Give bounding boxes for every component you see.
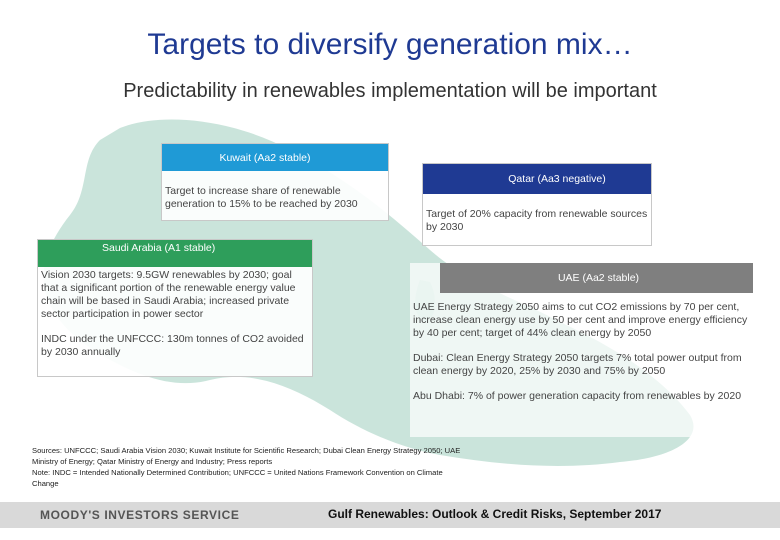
moodys-logo: MOODY'S INVESTORS SERVICE — [40, 508, 240, 522]
sources-line-4: Change — [32, 479, 59, 488]
sources-note: Sources: UNFCCC; Saudi Arabia Vision 203… — [32, 445, 562, 489]
uae-header-label: UAE (Aa2 stable) — [557, 272, 640, 284]
saudi-box: Saudi Arabia (A1 stable) Vision 2030 tar… — [37, 239, 313, 377]
qatar-header-label: Qatar (Aa3 negative) — [508, 173, 606, 185]
saudi-header: Saudi Arabia (A1 stable) — [38, 240, 312, 267]
saudi-indc-text: INDC under the UNFCCC: 130m tonnes of CO… — [41, 333, 304, 358]
footer-bar: MOODY'S INVESTORS SERVICE Gulf Renewable… — [0, 502, 780, 528]
uae-dubai-text: Dubai: Clean Energy Strategy 2050 target… — [413, 352, 742, 377]
kuwait-header: Kuwait (Aa2 stable) — [162, 144, 388, 171]
page-title: Targets to diversify generation mix… — [147, 28, 633, 61]
sources-line-1: Sources: UNFCCC; Saudi Arabia Vision 203… — [32, 446, 461, 455]
sources-line-2: Ministry of Energy; Qatar Ministry of En… — [32, 457, 273, 466]
page-subtitle: Predictability in renewables implementat… — [123, 80, 657, 102]
saudi-text: Vision 2030 targets: 9.5GW renewables by… — [38, 267, 312, 375]
uae-text: UAE Energy Strategy 2050 aims to cut CO2… — [410, 293, 753, 407]
kuwait-header-label: Kuwait (Aa2 stable) — [219, 151, 311, 164]
qatar-text: Target of 20% capacity from renewable so… — [426, 208, 648, 233]
uae-abudhabi-text: Abu Dhabi: 7% of power generation capaci… — [413, 390, 742, 402]
qatar-header: Qatar (Aa3 negative) — [423, 164, 651, 194]
uae-header: UAE (Aa2 stable) — [440, 263, 753, 293]
saudi-header-label: Saudi Arabia (A1 stable) — [102, 241, 216, 254]
saudi-vision-text: Vision 2030 targets: 9.5GW renewables by… — [41, 269, 296, 320]
kuwait-box: Kuwait (Aa2 stable) Target to increase s… — [161, 143, 389, 221]
uae-box: UAE (Aa2 stable) UAE Energy Strategy 205… — [410, 263, 753, 437]
report-title: Gulf Renewables: Outlook & Credit Risks,… — [328, 507, 662, 521]
kuwait-text: Target to increase share of renewable ge… — [165, 185, 358, 210]
uae-strategy-text: UAE Energy Strategy 2050 aims to cut CO2… — [413, 301, 748, 339]
qatar-box: Qatar (Aa3 negative) Target of 20% capac… — [422, 163, 652, 246]
sources-line-3: Note: INDC = Intended Nationally Determi… — [32, 468, 443, 477]
